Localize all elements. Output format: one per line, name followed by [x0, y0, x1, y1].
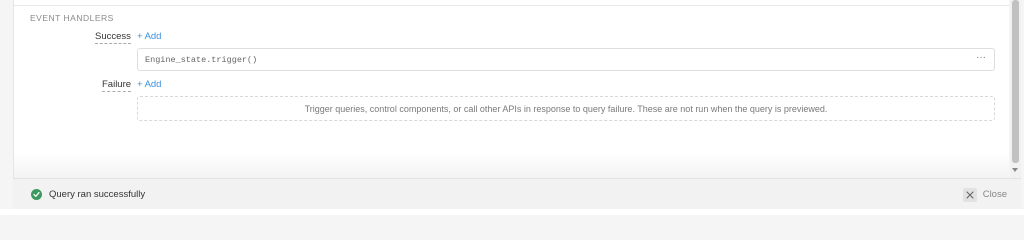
section-title: EVENT HANDLERS [30, 13, 114, 23]
status-bar: Query ran successfully Close [13, 178, 1021, 209]
success-label: Success [95, 31, 131, 44]
add-failure-handler-button[interactable]: + Add [137, 79, 161, 91]
close-label: Close [982, 189, 1007, 200]
query-panel: EVENT HANDLERS Success + Add Engine_state… [13, 0, 1009, 178]
divider [14, 5, 1009, 6]
bottom-strip [0, 209, 1024, 215]
success-handler-item[interactable]: Engine_state.trigger() ··· [137, 48, 995, 71]
handler-code: Engine_state.trigger() [145, 55, 258, 65]
more-options-icon[interactable]: ··· [976, 52, 986, 63]
check-circle-icon [31, 189, 42, 200]
failure-empty-state: Trigger queries, control components, or … [137, 96, 995, 121]
add-success-handler-button[interactable]: + Add [137, 31, 161, 43]
empty-state-text: Trigger queries, control components, or … [304, 104, 828, 114]
vertical-scrollbar[interactable] [1010, 0, 1021, 178]
scroll-down-arrow-icon[interactable] [1012, 168, 1018, 172]
close-button[interactable]: Close [962, 187, 1007, 202]
plus-icon: + [137, 79, 143, 90]
status-message: Query ran successfully [49, 189, 146, 200]
plus-icon: + [137, 31, 143, 42]
close-icon [962, 187, 977, 202]
scrollbar-thumb[interactable] [1012, 0, 1019, 163]
failure-label: Failure [102, 79, 132, 92]
